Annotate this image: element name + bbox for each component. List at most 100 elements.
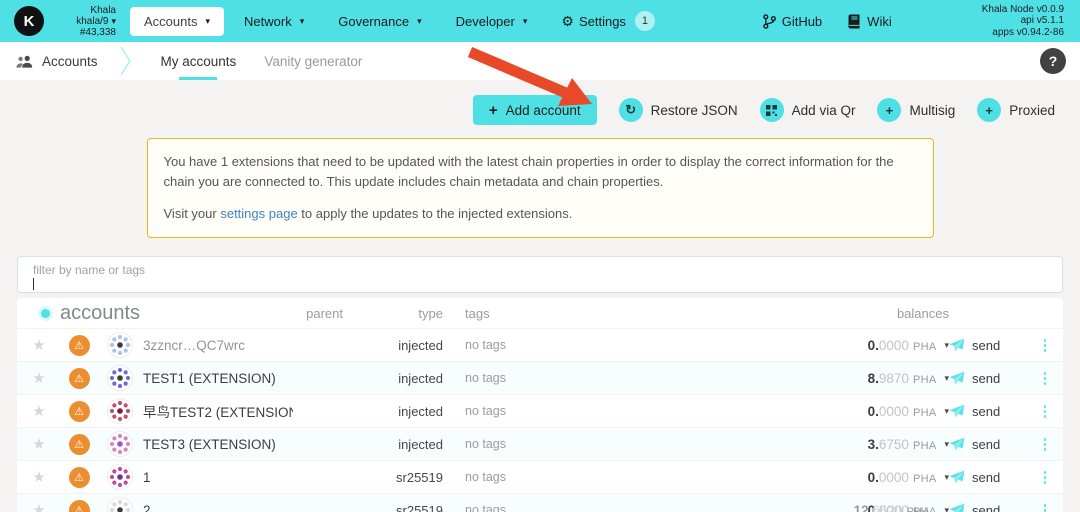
account-name[interactable]: TEST1 (EXTENSION) bbox=[143, 371, 293, 386]
paper-plane-icon bbox=[949, 338, 965, 352]
account-name[interactable]: TEST3 (EXTENSION) bbox=[143, 437, 293, 452]
chevron-down-icon: ▾ bbox=[205, 16, 210, 27]
warning-icon[interactable]: ⚠ bbox=[69, 401, 90, 422]
account-tags: no tags bbox=[443, 470, 506, 484]
row-menu-button[interactable]: ⋮ bbox=[1038, 435, 1053, 453]
warning-icon[interactable]: ⚠ bbox=[69, 467, 90, 488]
favorite-star-icon[interactable]: ★ bbox=[32, 402, 45, 420]
paper-plane-icon bbox=[949, 371, 965, 385]
identicon[interactable] bbox=[107, 365, 133, 391]
nav-item-developer[interactable]: Developer▾ bbox=[442, 7, 542, 36]
warning-icon[interactable]: ⚠ bbox=[69, 500, 90, 512]
account-tags: no tags bbox=[443, 503, 506, 512]
api-version: api v5.1.1 bbox=[982, 15, 1064, 27]
qr-code-icon bbox=[760, 98, 784, 122]
identicon[interactable] bbox=[107, 464, 133, 490]
row-menu-button[interactable]: ⋮ bbox=[1038, 468, 1053, 486]
add-via-qr-button[interactable]: Add via Qr bbox=[760, 98, 856, 122]
nav-item-settings[interactable]: ⚙Settings1 bbox=[547, 4, 669, 38]
nav-item-governance[interactable]: Governance▾ bbox=[324, 7, 435, 36]
balance-dropdown[interactable]: 3.6750PHA▾ bbox=[749, 437, 949, 452]
balance-frac: 0000 bbox=[879, 470, 909, 485]
balance-int: 0. bbox=[868, 470, 879, 485]
tab-bar: Accounts My accounts Vanity generator ? bbox=[0, 42, 1080, 80]
restore-json-button[interactable]: ↻ Restore JSON bbox=[619, 98, 738, 122]
send-button[interactable]: send bbox=[949, 371, 1027, 386]
warning-icon[interactable]: ⚠ bbox=[69, 335, 90, 356]
account-row: ★ ⚠ TEST1 (EXTENSION) injected no tags 8… bbox=[17, 361, 1063, 394]
account-tags: no tags bbox=[443, 371, 506, 385]
paper-plane-icon bbox=[949, 470, 965, 484]
chain-spec: khala/9 bbox=[76, 16, 108, 27]
favorite-star-icon[interactable]: ★ bbox=[32, 369, 45, 387]
balance-dropdown[interactable]: 0.0000PHA▾ bbox=[749, 470, 949, 485]
github-link[interactable]: GitHub bbox=[763, 14, 822, 29]
account-type: injected bbox=[398, 437, 443, 452]
extension-update-banner: You have 1 extensions that need to be up… bbox=[147, 138, 934, 238]
people-icon bbox=[16, 55, 33, 68]
node-version: Khala Node v0.0.9 bbox=[982, 4, 1064, 16]
balance-dropdown[interactable]: 0.0000PHA▾ bbox=[749, 404, 949, 419]
identicon[interactable] bbox=[107, 398, 133, 424]
send-button[interactable]: send bbox=[949, 503, 1027, 512]
chain-selector[interactable]: Khala khala/9▾ #43,338 bbox=[52, 5, 116, 38]
row-menu-button[interactable]: ⋮ bbox=[1038, 402, 1053, 420]
balance-int: 0. bbox=[868, 338, 879, 353]
identicon[interactable] bbox=[107, 332, 133, 358]
account-type: injected bbox=[398, 404, 443, 419]
send-button[interactable]: send bbox=[949, 470, 1027, 485]
breadcrumb: Accounts bbox=[16, 54, 98, 69]
plus-icon: + bbox=[877, 98, 901, 122]
account-name[interactable]: 1 bbox=[143, 470, 293, 485]
tab-my-accounts[interactable]: My accounts bbox=[147, 42, 251, 80]
accounts-table: accounts parent type tags balances ★ ⚠ 3… bbox=[17, 298, 1063, 512]
warning-icon[interactable]: ⚠ bbox=[69, 368, 90, 389]
filter-input[interactable]: filter by name or tags bbox=[17, 256, 1063, 293]
favorite-star-icon[interactable]: ★ bbox=[32, 501, 45, 512]
send-label: send bbox=[972, 503, 1000, 512]
settings-page-link[interactable]: settings page bbox=[220, 206, 297, 221]
nav-item-network[interactable]: Network▾ bbox=[230, 7, 318, 36]
accounts-rows: ★ ⚠ 3zzncr…QC7wrc injected no tags 0.000… bbox=[17, 328, 1063, 512]
tab-vanity-generator[interactable]: Vanity generator bbox=[250, 42, 376, 80]
balance-dropdown[interactable]: 0.0000PHA▾ bbox=[749, 338, 949, 353]
nav-item-accounts[interactable]: Accounts▾ bbox=[130, 7, 224, 36]
account-type: sr25519 bbox=[396, 503, 443, 512]
account-name[interactable]: 早鸟TEST2 (EXTENSION) bbox=[143, 401, 293, 421]
favorite-star-icon[interactable]: ★ bbox=[32, 468, 45, 486]
balance-unit: PHA bbox=[913, 440, 937, 452]
send-label: send bbox=[972, 338, 1000, 353]
favorite-star-icon[interactable]: ★ bbox=[32, 435, 45, 453]
add-account-button[interactable]: + Add account bbox=[473, 95, 597, 125]
account-row: ★ ⚠ 早鸟TEST2 (EXTENSION) injected no tags… bbox=[17, 394, 1063, 427]
send-button[interactable]: send bbox=[949, 437, 1027, 452]
banner-text-1: You have 1 extensions that need to be up… bbox=[164, 152, 917, 192]
warning-icon[interactable]: ⚠ bbox=[69, 434, 90, 455]
paper-plane-icon bbox=[949, 437, 965, 451]
top-bar: K Khala khala/9▾ #43,338 Accounts▾ Netwo… bbox=[0, 0, 1080, 42]
chevron-down-icon: ▾ bbox=[111, 16, 116, 26]
favorite-star-icon[interactable]: ★ bbox=[32, 336, 45, 354]
total-int: 12. bbox=[854, 503, 873, 512]
account-name[interactable]: 3zzncr…QC7wrc bbox=[143, 338, 293, 353]
multisig-button[interactable]: + Multisig bbox=[877, 98, 955, 122]
account-name[interactable]: 2 bbox=[143, 503, 293, 512]
gear-icon: ⚙ bbox=[561, 13, 574, 30]
top-links: GitHub Wiki bbox=[763, 14, 892, 29]
balance-int: 0. bbox=[868, 404, 879, 419]
row-menu-button[interactable]: ⋮ bbox=[1038, 369, 1053, 387]
wiki-link[interactable]: Wiki bbox=[848, 14, 892, 29]
identicon[interactable] bbox=[107, 497, 133, 512]
send-button[interactable]: send bbox=[949, 338, 1027, 353]
column-balances: balances bbox=[897, 306, 949, 321]
proxied-button[interactable]: + Proxied bbox=[977, 98, 1055, 122]
row-menu-button[interactable]: ⋮ bbox=[1038, 336, 1053, 354]
balance-dropdown[interactable]: 8.9870PHA▾ bbox=[749, 371, 949, 386]
identicon[interactable] bbox=[107, 431, 133, 457]
row-menu-button[interactable]: ⋮ bbox=[1038, 501, 1053, 512]
help-button[interactable]: ? bbox=[1040, 48, 1066, 74]
account-row: ★ ⚠ TEST3 (EXTENSION) injected no tags 3… bbox=[17, 427, 1063, 460]
filter-placeholder: filter by name or tags bbox=[33, 263, 1047, 277]
khala-logo-icon[interactable]: K bbox=[14, 6, 44, 36]
send-button[interactable]: send bbox=[949, 404, 1027, 419]
